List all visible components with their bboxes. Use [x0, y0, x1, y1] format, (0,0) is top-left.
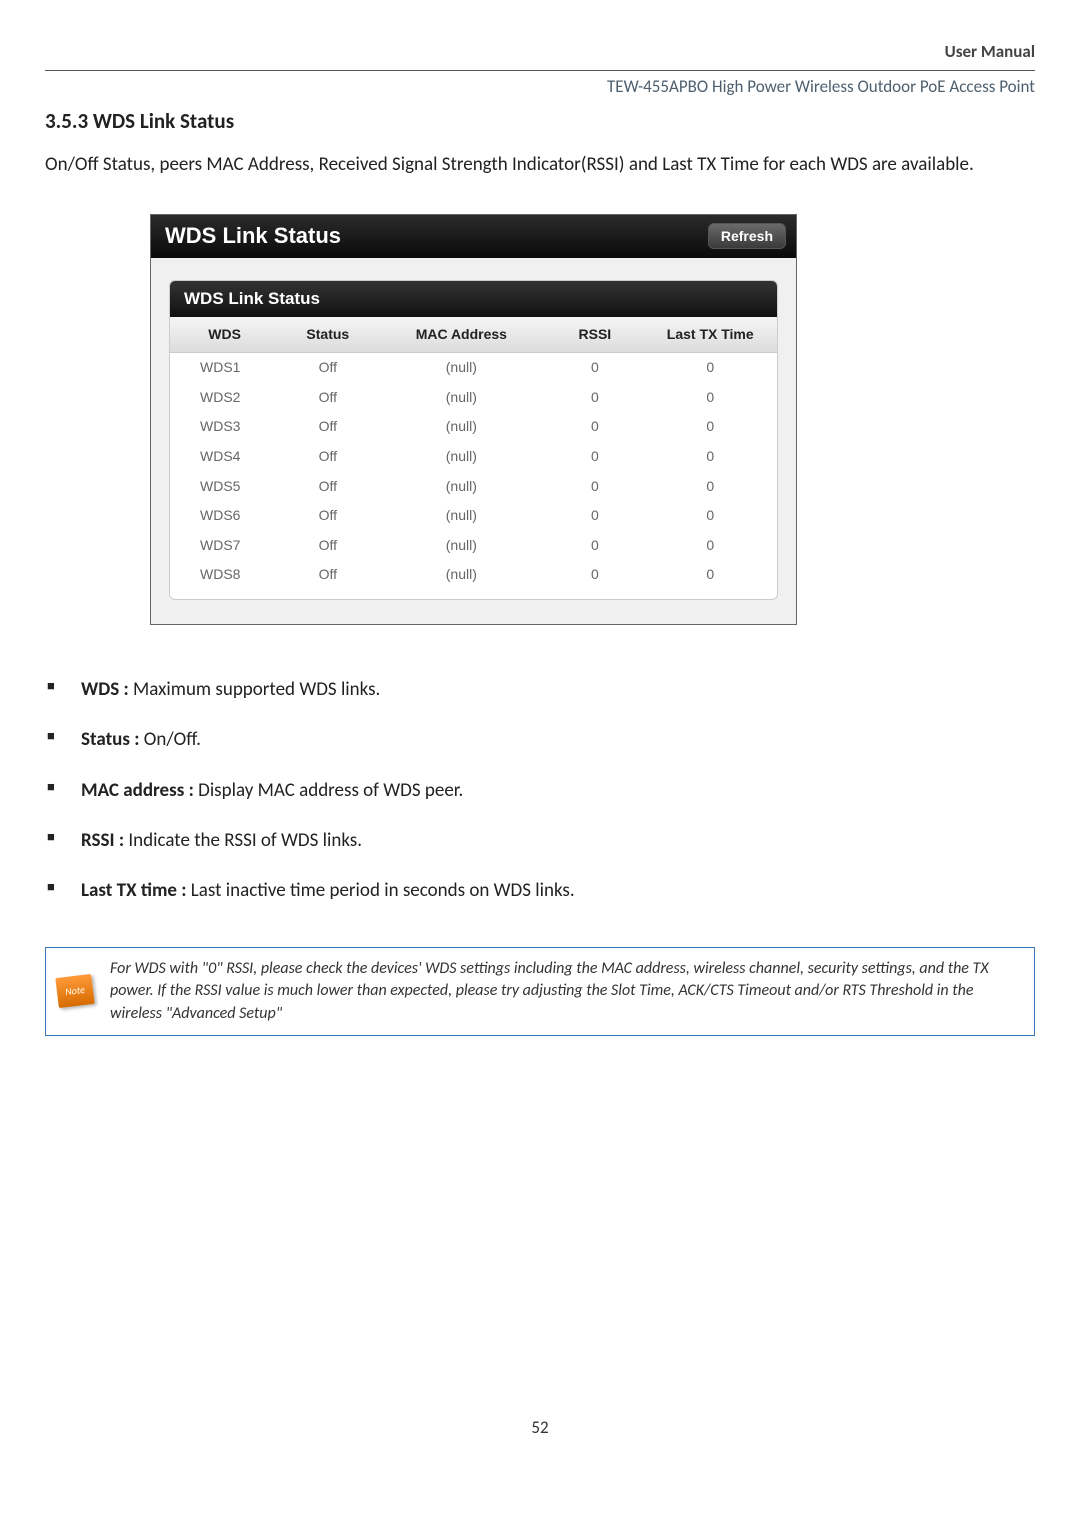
- cell-wds: WDS1: [170, 353, 279, 383]
- th-wds: WDS: [170, 317, 279, 353]
- cell-lasttx: 0: [643, 501, 777, 531]
- cell-status: Off: [279, 383, 376, 413]
- cell-lasttx: 0: [643, 442, 777, 472]
- page-number: 52: [45, 1416, 1035, 1440]
- cell-rssi: 0: [546, 501, 643, 531]
- th-lasttx: Last TX Time: [643, 317, 777, 353]
- cell-lasttx: 0: [643, 383, 777, 413]
- cell-mac: (null): [376, 353, 546, 383]
- panel-header: WDS Link Status Refresh: [151, 215, 796, 258]
- cell-mac: (null): [376, 383, 546, 413]
- cell-wds: WDS3: [170, 412, 279, 442]
- table-header-row: WDS Status MAC Address RSSI Last TX Time: [170, 317, 777, 353]
- cell-status: Off: [279, 501, 376, 531]
- note-box: Note For WDS with "0" RSSI, please check…: [45, 947, 1035, 1036]
- cell-lasttx: 0: [643, 560, 777, 599]
- cell-wds: WDS8: [170, 560, 279, 599]
- bullet-desc: Maximum supported WDS links.: [129, 678, 381, 701]
- cell-lasttx: 0: [643, 353, 777, 383]
- cell-lasttx: 0: [643, 412, 777, 442]
- cell-mac: (null): [376, 472, 546, 502]
- note-text: For WDS with "0" RSSI, please check the …: [104, 948, 1034, 1035]
- cell-status: Off: [279, 353, 376, 383]
- table-row: WDS1Off(null)00: [170, 353, 777, 383]
- bullet-term: Last TX time :: [81, 879, 187, 902]
- note-icon-wrap: Note: [46, 948, 104, 1035]
- bullet-term: MAC address :: [81, 779, 194, 802]
- table-row: WDS7Off(null)00: [170, 531, 777, 561]
- bullet-desc: Indicate the RSSI of WDS links.: [124, 829, 362, 852]
- sub-panel: WDS Link Status WDS Status MAC Address R…: [169, 280, 778, 600]
- cell-status: Off: [279, 442, 376, 472]
- cell-mac: (null): [376, 412, 546, 442]
- bullet-term: WDS :: [81, 678, 129, 701]
- sub-panel-title: WDS Link Status: [170, 281, 777, 317]
- section-title: 3.5.3 WDS Link Status: [45, 107, 1035, 136]
- cell-wds: WDS2: [170, 383, 279, 413]
- panel-title: WDS Link Status: [165, 221, 341, 252]
- cell-mac: (null): [376, 560, 546, 599]
- th-status: Status: [279, 317, 376, 353]
- cell-rssi: 0: [546, 353, 643, 383]
- bullet-list: WDS : Maximum supported WDS links. Status…: [45, 675, 1035, 907]
- table-row: WDS5Off(null)00: [170, 472, 777, 502]
- cell-wds: WDS6: [170, 501, 279, 531]
- header-rule: [45, 70, 1035, 71]
- list-item: Status : On/Off.: [45, 725, 1035, 755]
- table-row: WDS3Off(null)00: [170, 412, 777, 442]
- cell-status: Off: [279, 531, 376, 561]
- cell-status: Off: [279, 560, 376, 599]
- list-item: MAC address : Display MAC address of WDS…: [45, 776, 1035, 806]
- header-subtitle: TEW-455APBO High Power Wireless Outdoor …: [45, 75, 1035, 99]
- cell-lasttx: 0: [643, 531, 777, 561]
- cell-mac: (null): [376, 442, 546, 472]
- header-label: User Manual: [45, 40, 1035, 64]
- refresh-button[interactable]: Refresh: [708, 223, 786, 249]
- bullet-desc: Last inactive time period in seconds on …: [187, 879, 575, 902]
- cell-rssi: 0: [546, 442, 643, 472]
- screenshot-panel: WDS Link Status Refresh WDS Link Status …: [150, 214, 797, 625]
- table-row: WDS6Off(null)00: [170, 501, 777, 531]
- cell-wds: WDS4: [170, 442, 279, 472]
- list-item: Last TX time : Last inactive time period…: [45, 876, 1035, 906]
- bullet-term: Status :: [81, 728, 139, 751]
- note-icon: Note: [55, 974, 94, 1008]
- cell-wds: WDS7: [170, 531, 279, 561]
- list-item: RSSI : Indicate the RSSI of WDS links.: [45, 826, 1035, 856]
- bullet-desc: Display MAC address of WDS peer.: [194, 779, 463, 802]
- panel-body: WDS Link Status WDS Status MAC Address R…: [151, 258, 796, 624]
- cell-rssi: 0: [546, 531, 643, 561]
- cell-wds: WDS5: [170, 472, 279, 502]
- cell-status: Off: [279, 472, 376, 502]
- cell-mac: (null): [376, 531, 546, 561]
- cell-rssi: 0: [546, 472, 643, 502]
- th-mac: MAC Address: [376, 317, 546, 353]
- cell-status: Off: [279, 412, 376, 442]
- th-rssi: RSSI: [546, 317, 643, 353]
- cell-mac: (null): [376, 501, 546, 531]
- cell-rssi: 0: [546, 560, 643, 599]
- list-item: WDS : Maximum supported WDS links.: [45, 675, 1035, 705]
- table-row: WDS2Off(null)00: [170, 383, 777, 413]
- wds-table: WDS Status MAC Address RSSI Last TX Time…: [170, 317, 777, 599]
- table-row: WDS4Off(null)00: [170, 442, 777, 472]
- cell-rssi: 0: [546, 383, 643, 413]
- bullet-desc: On/Off.: [139, 728, 200, 751]
- intro-paragraph: On/Off Status, peers MAC Address, Receiv…: [45, 146, 1035, 184]
- cell-lasttx: 0: [643, 472, 777, 502]
- cell-rssi: 0: [546, 412, 643, 442]
- bullet-term: RSSI :: [81, 829, 124, 852]
- table-row: WDS8Off(null)00: [170, 560, 777, 599]
